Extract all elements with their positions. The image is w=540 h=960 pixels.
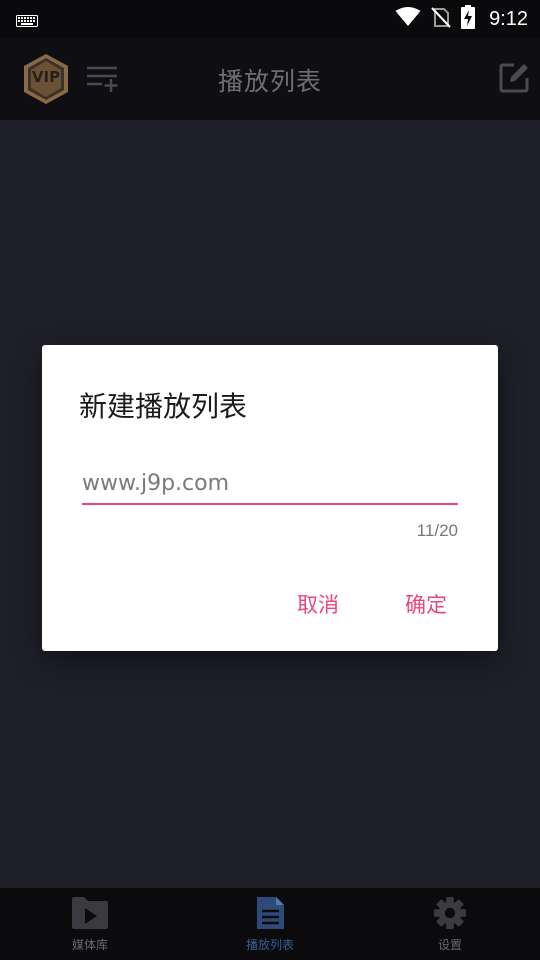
status-bar: 9:12 — [0, 0, 540, 38]
no-sim-icon — [431, 6, 451, 32]
nav-item-media-library[interactable]: 媒体库 — [0, 888, 180, 960]
bottom-nav: 媒体库 播放列表 设置 — [0, 888, 540, 960]
battery-charging-icon — [461, 5, 476, 33]
nav-item-settings[interactable]: 设置 — [360, 888, 540, 960]
nav-item-playlist[interactable]: 播放列表 — [180, 888, 360, 960]
new-playlist-dialog: 新建播放列表 11/20 取消 确定 — [42, 345, 498, 651]
dialog-title: 新建播放列表 — [79, 390, 248, 423]
page-title: 播放列表 — [217, 67, 322, 96]
app-bar: VIP 播放列表 — [0, 38, 540, 120]
char-counter: 11/20 — [416, 521, 458, 540]
input-underline — [82, 503, 458, 505]
ok-button[interactable]: 确定 — [397, 585, 455, 623]
status-time: 9:12 — [489, 7, 528, 30]
playlist-icon — [255, 896, 285, 934]
settings-icon — [432, 896, 468, 934]
edit-icon[interactable] — [498, 62, 530, 98]
playlist-name-input[interactable] — [82, 463, 458, 503]
nav-label-settings: 设置 — [437, 938, 462, 952]
keyboard-icon — [16, 12, 38, 31]
media-library-icon — [71, 896, 109, 934]
nav-label-playlist: 播放列表 — [245, 938, 294, 952]
status-icons: 9:12 — [395, 5, 528, 33]
wifi-icon — [395, 7, 421, 31]
cancel-button[interactable]: 取消 — [289, 585, 347, 623]
nav-label-media-library: 媒体库 — [71, 938, 108, 952]
